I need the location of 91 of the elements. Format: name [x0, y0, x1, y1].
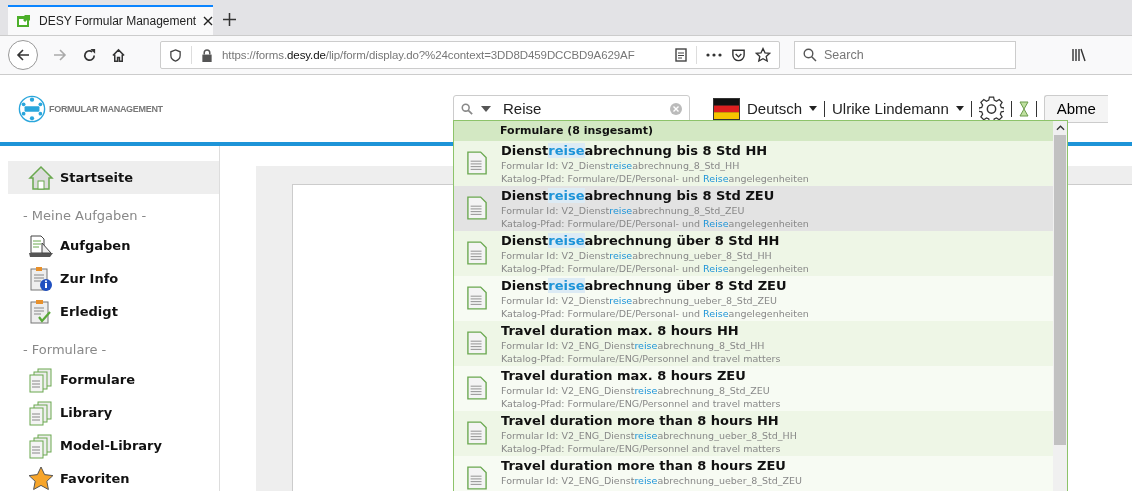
browser-tab[interactable]: DESY Formular Management — [8, 5, 213, 35]
star-icon — [28, 465, 54, 491]
documents-icon — [28, 432, 54, 459]
caret-icon[interactable] — [481, 105, 491, 112]
result-title: Dienstreiseabrechnung bis 8 Std HH — [501, 143, 769, 159]
star-icon[interactable] — [755, 47, 771, 63]
document-icon — [467, 466, 487, 490]
document-icon — [467, 196, 487, 220]
documents-icon — [28, 366, 54, 393]
document-icon — [467, 286, 487, 310]
section-heading: - Meine Aufgaben - — [22, 207, 148, 225]
result-item[interactable]: Dienstreiseabrechnung bis 8 Std HH Formular Id: V2_Dienstreiseabrechnung_8_Std_HH Katalog-Pfad: Formulare/DE/Personal- und Reiseangelegenheiten — [454, 141, 1053, 186]
nav-item[interactable]: Library — [8, 396, 219, 429]
search-icon — [461, 102, 473, 115]
result-title: Dienstreiseabrechnung bis 8 Std ZEU — [501, 188, 776, 204]
document-icon — [467, 376, 487, 400]
search-value: Reise — [503, 100, 543, 117]
back-button[interactable] — [8, 40, 38, 70]
result-item[interactable]: Dienstreiseabrechnung über 8 Std HH Formular Id: V2_Dienstreiseabrechnung_ueber_8_Std_HH Katalog-Pfad: Formulare/DE/Personal- und Reiseangelegenheiten — [454, 231, 1053, 276]
nav-item[interactable]: Zur Info — [8, 262, 219, 295]
catalog-path: Katalog-Pfad: Formulare/DE/Personal- und Reiseangelegenheiten — [501, 217, 809, 230]
result-item[interactable]: Travel duration more than 8 hours HH Formular Id: V2_ENG_Dienstreiseabrechnung_ueber_8_Std_HH Katalog-Pfad: Formulare/ENG/Personnel and travel matters — [454, 411, 1053, 456]
search-field[interactable]: Search — [794, 41, 1016, 69]
shield-icon — [169, 48, 182, 62]
house-icon — [28, 164, 54, 191]
nav-item[interactable]: Model-Library — [8, 429, 219, 462]
catalog-path: Katalog-Pfad: Formulare/DE/Personal- und Reiseangelegenheiten — [501, 172, 809, 185]
scroll-up-icon[interactable] — [1055, 125, 1065, 131]
form-id: Formular Id: V2_Dienstreiseabrechnung_ueber_8_Std_HH — [501, 249, 773, 262]
plus-icon[interactable] — [223, 13, 236, 26]
flag-icon — [713, 97, 740, 120]
result-title: Travel duration max. 8 hours HH — [501, 323, 740, 339]
section-heading: - Formulare - — [22, 341, 108, 359]
catalog-path: Katalog-Pfad: Formulare/ENG/Personnel and travel matters — [501, 397, 781, 410]
logo-text: FORMULAR MANAGEMENT — [49, 103, 163, 114]
caret-icon[interactable] — [955, 106, 964, 111]
home-icon[interactable] — [111, 47, 126, 63]
tab-title: DESY Formular Management — [39, 14, 197, 28]
lock-icon — [201, 48, 213, 62]
form-id: Formular Id: V2_ENG_Dienstreiseabrechnung_8_Std_ZEU — [501, 384, 771, 397]
result-title: Dienstreiseabrechnung über 8 Std ZEU — [501, 278, 788, 294]
scrollbar-thumb[interactable] — [1054, 135, 1066, 445]
more-icon[interactable] — [706, 53, 722, 57]
close-icon[interactable] — [203, 16, 214, 26]
back-arrow-icon — [15, 47, 31, 63]
search-placeholder: Search — [824, 48, 864, 62]
result-item[interactable]: Dienstreiseabrechnung bis 8 Std ZEU Formular Id: V2_Dienstreiseabrechnung_8_Std_ZEU Katalog-Pfad: Formulare/DE/Personal- und Reiseangelegenheiten — [454, 186, 1053, 231]
gear-icon[interactable] — [978, 96, 1004, 121]
document-icon — [28, 232, 54, 259]
form-id: Formular Id: V2_ENG_Dienstreiseabrechnung_ueber_8_Std_ZEU — [501, 474, 803, 487]
nav-item[interactable]: Startseite — [8, 161, 219, 194]
caret-icon[interactable] — [809, 106, 818, 111]
results-heading: Formulare (8 insgesamt) — [454, 121, 1053, 141]
form-id: Formular Id: V2_ENG_Dienstreiseabrechnung_8_Std_HH — [501, 339, 766, 352]
document-icon — [467, 151, 487, 175]
result-title: Dienstreiseabrechnung über 8 Std HH — [501, 233, 781, 249]
document-icon — [467, 241, 487, 265]
reload-icon[interactable] — [82, 47, 97, 63]
catalog-path: Katalog-Pfad: Formulare/ENG/Personnel and travel matters — [501, 442, 782, 455]
form-id: Formular Id: V2_Dienstreiseabrechnung_8_Std_ZEU — [501, 204, 746, 217]
document-icon — [467, 331, 487, 355]
form-id: Formular Id: V2_ENG_Dienstreiseabrechnung_ueber_8_Std_HH — [501, 429, 797, 442]
logo-icon — [18, 94, 46, 123]
form-id: Formular Id: V2_Dienstreiseabrechnung_ueber_8_Std_ZEU — [501, 294, 778, 307]
clipboard-info-icon — [28, 265, 54, 292]
result-title: Travel duration more than 8 hours ZEU — [501, 458, 787, 474]
catalog-path: Katalog-Pfad: Formulare/DE/Personal- und Reiseangelegenheiten — [501, 262, 809, 275]
clipboard-check-icon — [28, 298, 54, 325]
address-bar[interactable]: https://forms.desy.de/lip/form/display.do?%24context=3DD8D459DCCBD9A629AF — [160, 41, 780, 69]
search-icon — [803, 48, 817, 62]
url-text: https://forms.desy.de/lip/form/display.do?%24context=3DD8D459DCCBD9A629AF — [222, 49, 636, 61]
document-icon — [467, 421, 487, 445]
result-item[interactable]: Travel duration max. 8 hours HH Formular Id: V2_ENG_Dienstreiseabrechnung_8_Std_HH Katalog-Pfad: Formulare/ENG/Personnel and travel matters — [454, 321, 1053, 366]
logout-button[interactable]: Abme — [1043, 94, 1108, 123]
library-icon[interactable] — [1072, 48, 1086, 62]
form-id: Formular Id: V2_Dienstreiseabrechnung_8_Std_HH — [501, 159, 741, 172]
catalog-path: Katalog-Pfad: Formulare/ENG/Personnel and travel matters — [501, 352, 781, 365]
language-menu[interactable]: Deutsch — [747, 100, 803, 117]
documents-icon — [28, 399, 54, 426]
nav-item[interactable]: Aufgaben — [8, 229, 219, 262]
user-menu[interactable]: Ulrike Lindemann — [832, 100, 949, 117]
result-title: Travel duration max. 8 hours ZEU — [501, 368, 747, 384]
page-icon — [16, 13, 32, 29]
result-title: Travel duration more than 8 hours HH — [501, 413, 780, 429]
catalog-path: Katalog-Pfad: Formulare/DE/Personal- und Reiseangelegenheiten — [501, 307, 809, 320]
nav-item[interactable]: Formulare — [8, 363, 219, 396]
reader-icon[interactable] — [675, 48, 687, 62]
pocket-icon[interactable] — [731, 48, 746, 62]
nav-item[interactable]: Favoriten — [8, 462, 219, 491]
hourglass-icon — [1018, 100, 1029, 117]
nav-item[interactable]: Erledigt — [8, 295, 219, 328]
